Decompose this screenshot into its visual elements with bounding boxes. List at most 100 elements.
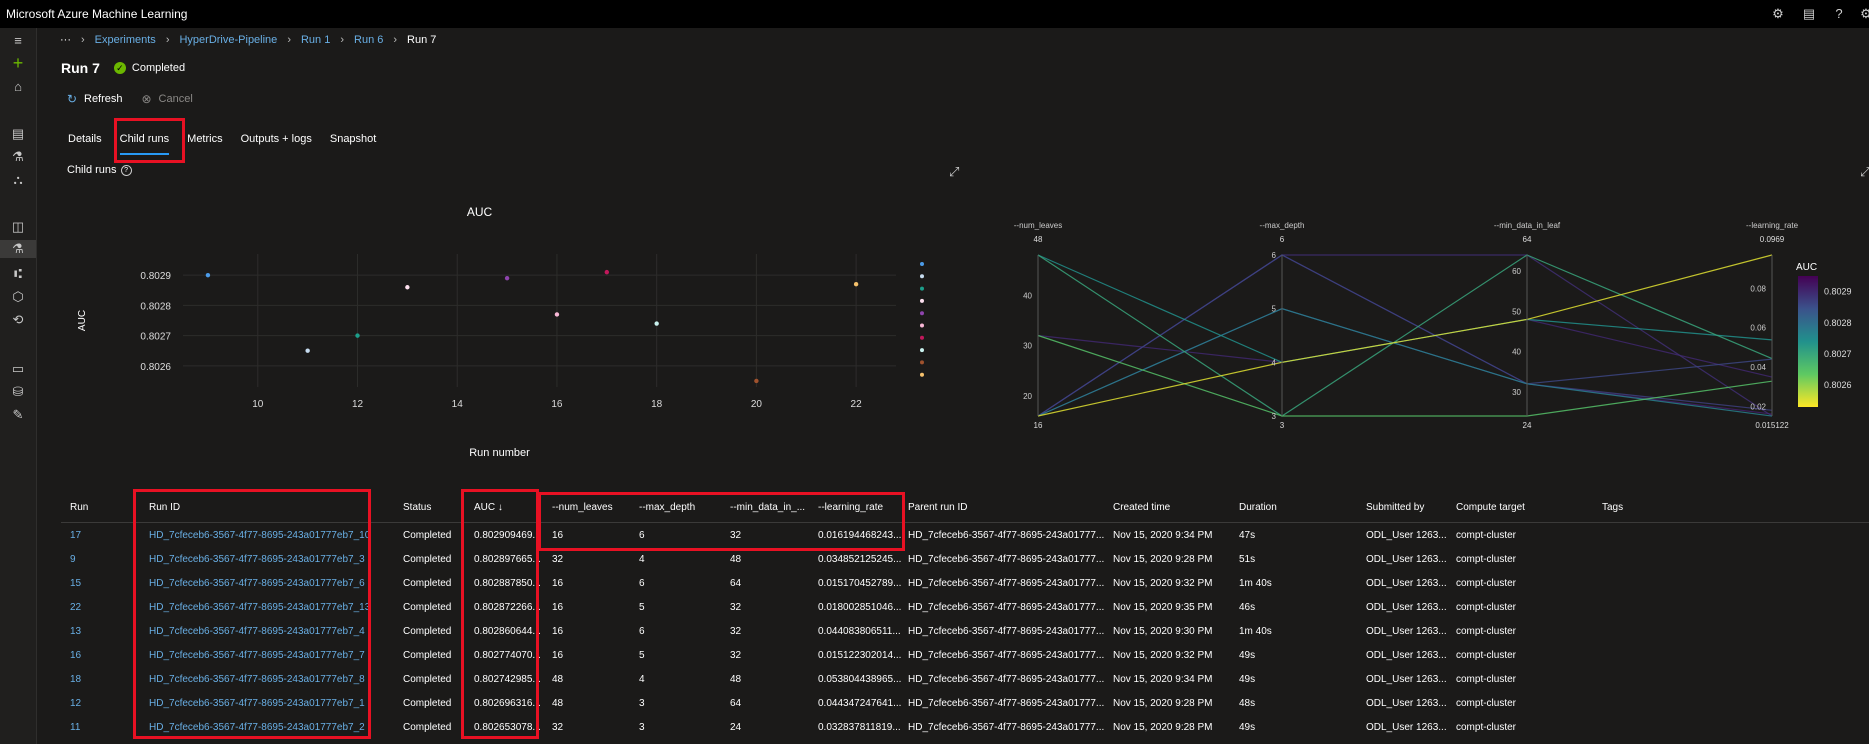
table-cell: Nov 15, 2020 9:34 PM — [1113, 530, 1213, 541]
table-cell: Completed — [403, 722, 452, 733]
endpoints-icon[interactable]: ⟲ — [9, 311, 27, 329]
table-cell: 49s — [1239, 674, 1256, 685]
table-cell: 16 — [552, 626, 564, 637]
table-cell: 0.044347247641... — [818, 698, 902, 709]
run-number-link[interactable]: 17 — [70, 530, 142, 541]
table-cell: HD_7cfeceb6-3567-4f77-8695-243a01777... — [908, 722, 1105, 733]
notebook-icon[interactable]: ▤ — [9, 125, 27, 143]
models-icon[interactable]: ⬡ — [9, 288, 27, 306]
tab-snapshot[interactable]: Snapshot — [330, 133, 376, 155]
datastores-icon[interactable]: ⛁ — [9, 383, 27, 401]
designer-icon[interactable]: ⛬ — [9, 171, 27, 189]
expand-icon[interactable]: ⤢ — [1860, 164, 1869, 180]
column-header[interactable]: Duration — [1239, 502, 1359, 513]
data-point — [305, 348, 310, 353]
axis-min-label: 16 — [1034, 421, 1043, 430]
run-number-link[interactable]: 13 — [70, 626, 142, 637]
refresh-button[interactable]: Refresh — [84, 93, 123, 105]
column-header[interactable]: Created time — [1113, 502, 1233, 513]
refresh-icon[interactable]: ↻ — [66, 93, 78, 105]
colorbar — [1798, 276, 1818, 407]
table-cell: 16 — [552, 650, 564, 661]
table-cell: Nov 15, 2020 9:32 PM — [1113, 650, 1213, 661]
top-bar: Microsoft Azure Machine Learning ⚙ ▤ ? ⚙ — [0, 0, 1869, 28]
breadcrumb-run-6[interactable]: Run 6 — [354, 34, 383, 46]
column-header[interactable]: Parent run ID — [908, 502, 1108, 513]
table-cell: ODL_User 1263... — [1366, 650, 1447, 661]
table-cell: 49s — [1239, 650, 1256, 661]
axis-tick-label: 30 — [1512, 388, 1521, 397]
data-point — [355, 333, 360, 338]
breadcrumb-separator: › — [340, 34, 345, 46]
pipelines-icon[interactable]: ⑆ — [9, 265, 27, 283]
table-cell: 46s — [1239, 602, 1256, 613]
column-header[interactable]: Compute target — [1456, 502, 1596, 513]
settings-icon[interactable]: ⚙ — [1858, 6, 1869, 22]
x-tick-label: 12 — [352, 399, 364, 410]
run-number-link[interactable]: 9 — [70, 554, 142, 565]
automl-icon[interactable]: ⚗ — [9, 148, 27, 166]
tab-details[interactable]: Details — [68, 133, 102, 155]
table-cell: 0.044083806511... — [818, 626, 901, 637]
breadcrumb-more[interactable]: ··· — [60, 34, 71, 46]
table-cell: 32 — [552, 722, 564, 733]
column-header[interactable]: Status — [403, 502, 469, 513]
section-title: Child runs — [67, 164, 117, 176]
help-icon[interactable]: ? — [120, 164, 132, 176]
colorbar-tick-label: 0.8027 — [1824, 349, 1852, 359]
data-point — [654, 321, 659, 326]
run-number-link[interactable]: 16 — [70, 650, 142, 661]
table-cell: 32 — [730, 650, 742, 661]
column-header[interactable]: Run — [70, 502, 142, 513]
labeling-icon[interactable]: ✎ — [9, 406, 27, 424]
table-cell: Completed — [403, 578, 452, 589]
run-number-link[interactable]: 15 — [70, 578, 142, 589]
run-number-link[interactable]: 22 — [70, 602, 142, 613]
legend-marker — [920, 323, 924, 328]
cancel-icon[interactable]: ⊗ — [141, 93, 153, 105]
add-icon[interactable]: + — [9, 54, 27, 72]
breadcrumb-hyperdrive-pipeline[interactable]: HyperDrive-Pipeline — [179, 34, 277, 46]
axis-tick-label: 0.06 — [1750, 324, 1766, 333]
highlight-box — [133, 489, 371, 739]
run-number-link[interactable]: 11 — [70, 722, 142, 733]
expand-icon[interactable]: ⤢ — [949, 164, 959, 180]
table-cell: Nov 15, 2020 9:28 PM — [1113, 554, 1213, 565]
table-cell: Completed — [403, 626, 452, 637]
action-bar: ↻ Refresh ⊗ Cancel — [66, 93, 193, 105]
table-cell: HD_7cfeceb6-3567-4f77-8695-243a01777... — [908, 626, 1105, 637]
breadcrumb-experiments[interactable]: Experiments — [95, 34, 156, 46]
table-cell: Completed — [403, 674, 452, 685]
axis-tick-label: 6 — [1272, 251, 1277, 260]
breadcrumb-separator: › — [81, 34, 85, 46]
tab-metrics[interactable]: Metrics — [187, 133, 222, 155]
column-header[interactable]: Tags — [1602, 502, 1682, 513]
table-cell: 48s — [1239, 698, 1256, 709]
gear-icon[interactable]: ⚙ — [1770, 6, 1786, 22]
table-cell: 48 — [730, 554, 742, 565]
table-cell: HD_7cfeceb6-3567-4f77-8695-243a01777... — [908, 602, 1105, 613]
menu-icon[interactable]: ≡ — [9, 32, 27, 50]
breadcrumb-run-1[interactable]: Run 1 — [301, 34, 330, 46]
home-icon[interactable]: ⌂ — [9, 78, 27, 96]
tab-outputs-logs[interactable]: Outputs + logs — [241, 133, 312, 155]
compute-icon[interactable]: ▭ — [9, 360, 27, 378]
axis-tick-label: 50 — [1512, 307, 1521, 316]
datasets-icon[interactable]: ◫ — [9, 218, 27, 236]
table-cell: compt-cluster — [1456, 722, 1517, 733]
table-cell: Nov 15, 2020 9:28 PM — [1113, 722, 1213, 733]
table-cell: 32 — [730, 626, 742, 637]
feedback-icon[interactable]: ▤ — [1801, 6, 1817, 22]
axis-label: --max_depth — [1260, 221, 1305, 230]
run-number-link[interactable]: 18 — [70, 674, 142, 685]
x-tick-label: 10 — [252, 399, 264, 410]
experiments-icon[interactable]: ⚗ — [0, 240, 36, 258]
help-icon[interactable]: ? — [1831, 6, 1847, 22]
cancel-button[interactable]: Cancel — [159, 93, 193, 105]
x-tick-label: 22 — [851, 399, 863, 410]
run-number-link[interactable]: 12 — [70, 698, 142, 709]
table-cell: Nov 15, 2020 9:34 PM — [1113, 674, 1213, 685]
axis-tick-label: 20 — [1023, 392, 1032, 401]
column-header[interactable]: Submitted by — [1366, 502, 1451, 513]
x-tick-label: 20 — [751, 399, 763, 410]
